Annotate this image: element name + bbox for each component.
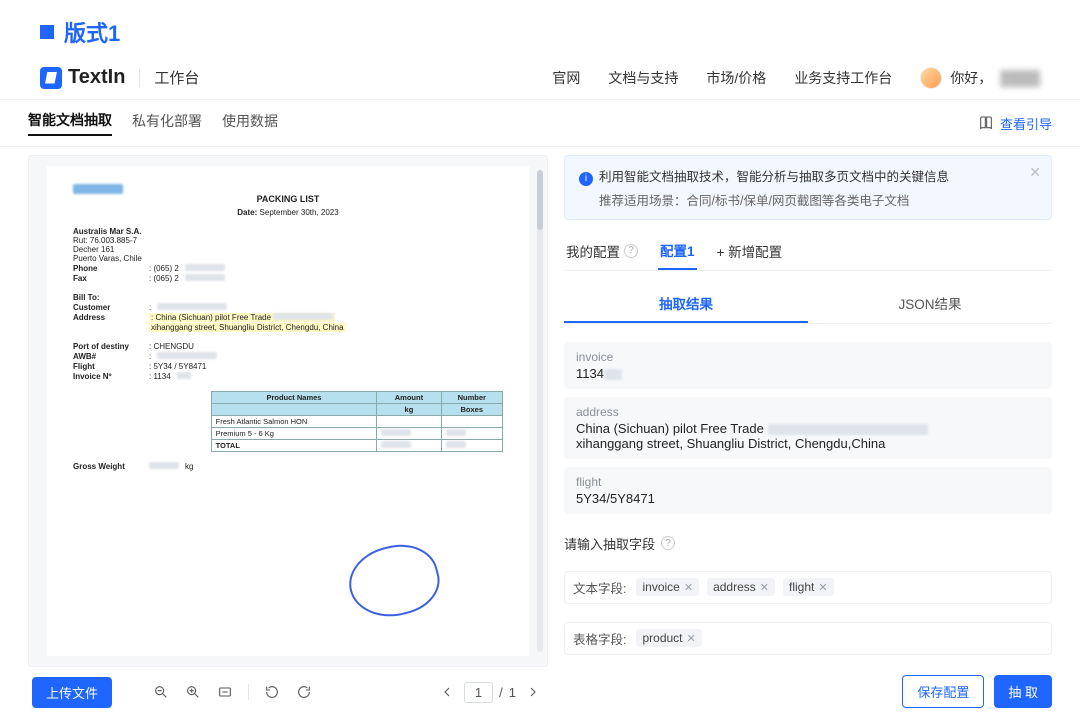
greeting: 你好，: [950, 68, 992, 88]
nav-biz[interactable]: 业务支持工作台: [794, 68, 892, 88]
info-line1: 利用智能文档抽取技术，智能分析与抽取多页文档中的关键信息: [599, 170, 949, 184]
chip-address[interactable]: address✕: [707, 578, 775, 596]
tab-extract-result[interactable]: 抽取结果: [564, 285, 808, 323]
next-page-icon[interactable]: [522, 681, 544, 703]
result-value: 1134: [576, 366, 1040, 381]
doc-product-table: Product NamesAmountNumber kgBoxes Fresh …: [211, 391, 503, 452]
doc-customer-block: Australis Mar S.A. Rut: 76.003.885-7 Dec…: [73, 227, 503, 283]
rotate-left-icon[interactable]: [261, 681, 283, 703]
panel-footer: 保存配置 抽 取: [564, 665, 1052, 708]
info-line2: 推荐适用场景：合同/标书/保单/网页截图等各类电子文档: [599, 190, 1037, 209]
doc-title: PACKING LIST: [73, 194, 503, 204]
document-pane: PACKING LIST Date: September 30th, 2023 …: [28, 155, 548, 708]
heading-title: 版式1: [64, 16, 120, 48]
info-banner: ✕ i 利用智能文档抽取技术，智能分析与抽取多页文档中的关键信息 推荐适用场景：合…: [564, 155, 1052, 220]
signature-mark: [341, 535, 446, 626]
result-key: address: [576, 405, 1040, 419]
book-icon: [978, 115, 994, 131]
result-flight[interactable]: flight 5Y34/5Y8471: [564, 467, 1052, 514]
doc-gross-weight: Gross Weight kg: [73, 462, 503, 471]
brand-name: TextIn: [68, 66, 125, 89]
chip-invoice[interactable]: invoice✕: [636, 578, 699, 596]
result-invoice[interactable]: invoice 1134: [564, 342, 1052, 389]
tab-my-config[interactable]: 我的配置?: [564, 235, 640, 269]
topbar: TextIn 工作台 官网 文档与支持 市场/价格 业务支持工作台 你好， ██…: [0, 60, 1080, 100]
scrollbar-thumb[interactable]: [537, 170, 543, 230]
tab-extract[interactable]: 智能文档抽取: [28, 110, 112, 136]
scrollbar[interactable]: [537, 170, 543, 652]
save-config-button[interactable]: 保存配置: [902, 675, 984, 708]
text-fields-label: 文本字段:: [573, 578, 626, 597]
result-tabs: 抽取结果 JSON结果: [564, 285, 1052, 324]
info-icon: i: [579, 172, 593, 186]
doc-date: Date: September 30th, 2023: [73, 208, 503, 217]
page-heading: 版式1: [0, 0, 1080, 60]
avatar-icon: [920, 67, 942, 89]
result-key: flight: [576, 475, 1040, 489]
doc-ship-block: Port of destiny: CHENGDU AWB#: Flight: 5…: [73, 342, 503, 381]
zoom-in-icon[interactable]: [182, 681, 204, 703]
doc-logo-blur: [73, 184, 123, 196]
top-navigation: 官网 文档与支持 市场/价格 业务支持工作台 你好， ████: [552, 67, 1040, 89]
text-fields-row[interactable]: 文本字段: invoice✕ address✕ flight✕: [564, 571, 1052, 604]
result-key: invoice: [576, 350, 1040, 364]
remove-icon[interactable]: ✕: [760, 581, 769, 594]
user-menu[interactable]: 你好， ████: [920, 67, 1040, 89]
brand-logo[interactable]: TextIn: [40, 66, 125, 89]
tab-config1[interactable]: 配置1: [658, 234, 697, 270]
close-icon[interactable]: ✕: [1029, 164, 1041, 181]
help-icon[interactable]: ?: [624, 244, 638, 258]
upload-button[interactable]: 上传文件: [32, 677, 112, 708]
document-toolbar: 上传文件 1 / 1: [28, 667, 548, 708]
nav-docs[interactable]: 文档与支持: [608, 68, 678, 88]
chip-flight[interactable]: flight✕: [783, 578, 834, 596]
remove-icon[interactable]: ✕: [687, 632, 696, 645]
fields-prompt: 请输入抽取字段?: [564, 534, 1052, 553]
doc-billto-block: Bill To: Customer: Address: China (Sichu…: [73, 293, 503, 332]
separator: [248, 684, 249, 700]
page-current[interactable]: 1: [464, 682, 493, 703]
page-sep: /: [499, 685, 503, 700]
guide-text: 查看引导: [1000, 114, 1052, 133]
remove-icon[interactable]: ✕: [684, 581, 693, 594]
document-viewer[interactable]: PACKING LIST Date: September 30th, 2023 …: [28, 155, 548, 667]
main: PACKING LIST Date: September 30th, 2023 …: [0, 147, 1080, 714]
tab-json-result[interactable]: JSON结果: [808, 285, 1052, 323]
config-tabs: 我的配置? 配置1 + 新增配置: [564, 230, 1052, 271]
result-address[interactable]: address China (Sichuan) pilot Free Trade…: [564, 397, 1052, 459]
divider: [139, 69, 140, 87]
remove-icon[interactable]: ✕: [818, 581, 827, 594]
fit-width-icon[interactable]: [214, 681, 236, 703]
username-blurred: ████: [1000, 70, 1040, 86]
nav-site[interactable]: 官网: [552, 68, 580, 88]
result-value: 5Y34/5Y8471: [576, 491, 1040, 506]
prev-page-icon[interactable]: [436, 681, 458, 703]
zoom-out-icon[interactable]: [150, 681, 172, 703]
page-total: 1: [509, 685, 516, 700]
guide-link[interactable]: 查看引导: [978, 114, 1052, 133]
tab-usage[interactable]: 使用数据: [222, 111, 278, 135]
rotate-right-icon[interactable]: [293, 681, 315, 703]
workspace-label[interactable]: 工作台: [154, 67, 199, 88]
results-list: invoice 1134 address China (Sichuan) pil…: [564, 334, 1052, 514]
chip-product[interactable]: product✕: [636, 629, 701, 647]
pager: 1 / 1: [436, 681, 544, 703]
nav-market[interactable]: 市场/价格: [706, 68, 766, 88]
tab-add-config[interactable]: + 新增配置: [715, 235, 785, 269]
logo-icon: [40, 67, 62, 89]
extract-button[interactable]: 抽 取: [994, 675, 1052, 708]
result-value: China (Sichuan) pilot Free Trade xihangg…: [576, 421, 1040, 451]
table-fields-row[interactable]: 表格字段: product✕: [564, 622, 1052, 655]
document-page: PACKING LIST Date: September 30th, 2023 …: [47, 166, 529, 656]
tab-deploy[interactable]: 私有化部署: [132, 111, 202, 135]
table-fields-label: 表格字段:: [573, 629, 626, 648]
sub-tabbar: 智能文档抽取 私有化部署 使用数据 查看引导: [0, 100, 1080, 147]
help-icon[interactable]: ?: [661, 536, 675, 550]
heading-bullet: [40, 25, 54, 39]
config-panel: ✕ i 利用智能文档抽取技术，智能分析与抽取多页文档中的关键信息 推荐适用场景：合…: [564, 155, 1052, 708]
